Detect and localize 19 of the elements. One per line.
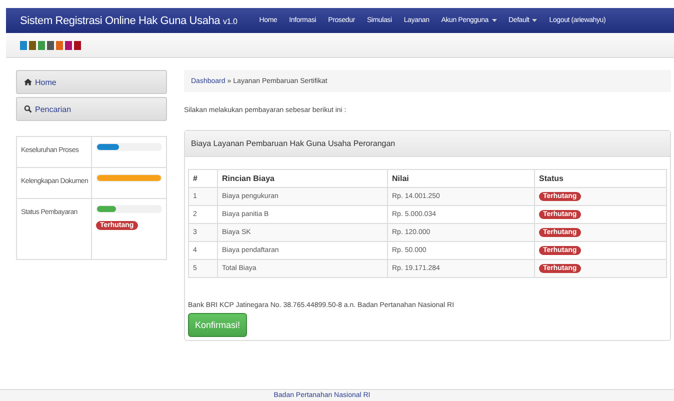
column-header: #: [188, 170, 218, 188]
sidebar-item[interactable]: Home: [16, 70, 167, 94]
color-swatch[interactable]: [56, 40, 63, 50]
color-swatch[interactable]: [47, 40, 54, 50]
color-swatch[interactable]: [74, 40, 81, 50]
panel-title: Biaya Layanan Pembaruan Hak Guna Usaha Perorangan: [185, 131, 670, 157]
color-swatch[interactable]: [65, 40, 72, 50]
caret-icon: [532, 19, 538, 22]
color-swatch[interactable]: [29, 40, 36, 50]
caret-icon: [492, 19, 497, 22]
sidebar-item[interactable]: Pencarian: [16, 97, 167, 121]
app-title: Sistem Registrasi Online Hak Guna Usaha v1.0: [20, 14, 238, 26]
column-header: Rincian Biaya: [218, 170, 388, 188]
search-icon: [24, 105, 32, 113]
column-header: Status: [534, 170, 666, 188]
home-icon: [24, 78, 32, 86]
column-header: Nilai: [388, 170, 534, 188]
color-swatch[interactable]: [20, 40, 27, 50]
color-swatch[interactable]: [38, 40, 45, 50]
